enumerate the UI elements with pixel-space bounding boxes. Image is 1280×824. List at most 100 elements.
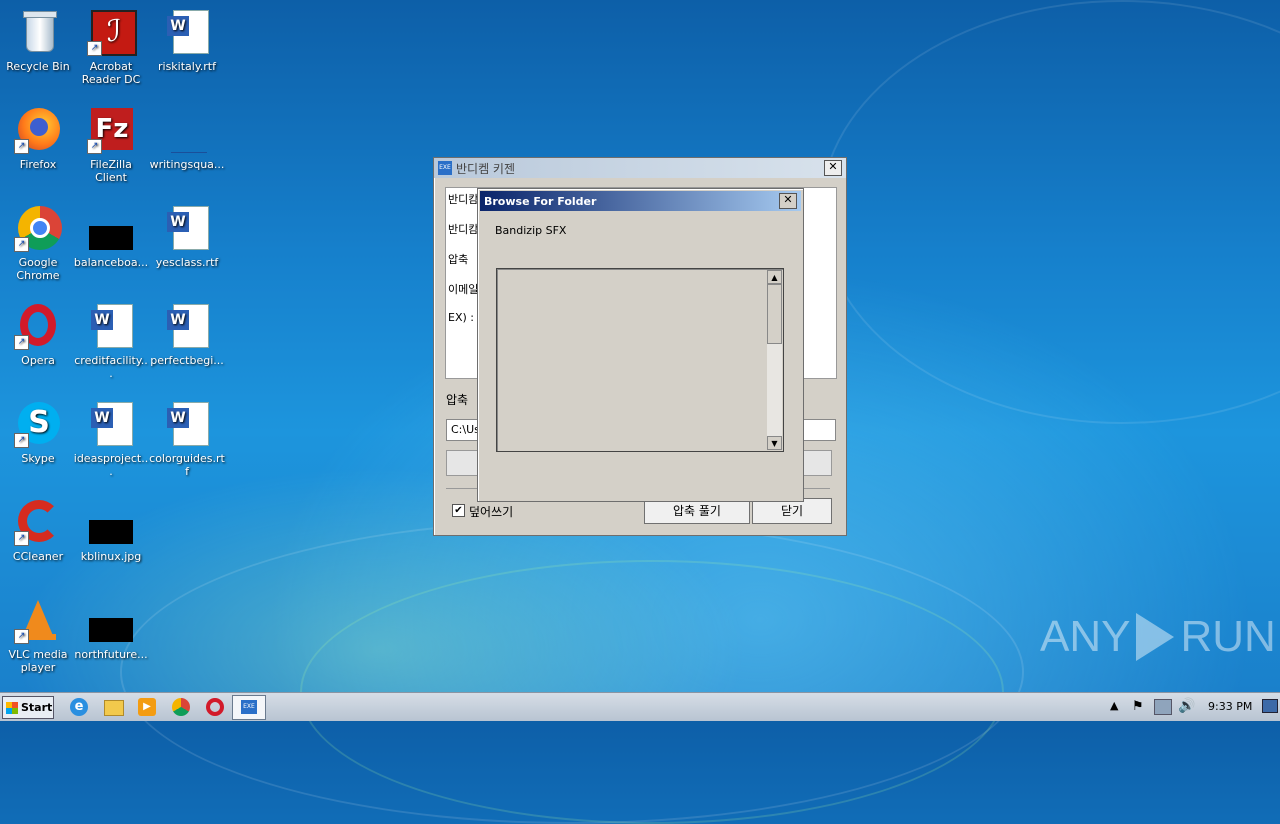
action-center-flag-icon[interactable]: ⚑ — [1132, 699, 1144, 714]
image-thumbnail-icon — [87, 204, 135, 252]
watermark-left: ANY — [1040, 612, 1131, 661]
keygen-taskbar-button[interactable]: EXE — [232, 695, 266, 720]
browse-folder-dialog: Browse For Folder ✕ Bandizip SFX ▲ ▼ — [477, 188, 804, 502]
vlc-cone-icon: ↗ — [14, 596, 62, 644]
exe-app-icon: EXE — [241, 700, 257, 714]
scroll-down-arrow-icon[interactable]: ▼ — [767, 436, 782, 450]
desktop-icon-ccleaner[interactable]: ↗ CCleaner — [0, 494, 76, 584]
word-document-icon: W — [163, 302, 211, 350]
scroll-thumb[interactable] — [767, 284, 782, 344]
desktop-icon-filezilla[interactable]: Fz ↗ FileZilla Client — [73, 102, 149, 192]
recycle-bin-icon — [14, 8, 62, 56]
desktop-icon-label: Recycle Bin — [6, 60, 70, 73]
shortcut-arrow-icon: ↗ — [87, 139, 102, 154]
ccleaner-icon: ↗ — [14, 498, 62, 546]
word-document-icon: W — [87, 400, 135, 448]
browse-titlebar[interactable]: Browse For Folder ✕ — [480, 191, 801, 211]
desktop-icon-label: Google Chrome — [16, 256, 60, 282]
chrome-taskbar-icon[interactable] — [172, 698, 190, 716]
desktop-icon-label: FileZilla Client — [90, 158, 132, 184]
browse-title: Browse For Folder — [484, 194, 597, 208]
image-thumbnail-icon — [87, 498, 135, 546]
media-player-icon[interactable]: ▶ — [138, 698, 156, 716]
taskbar: Start e ▶ EXE ▲ ⚑ 🔊 9:33 PM — [0, 692, 1280, 721]
path-label: 압축 — [446, 393, 469, 407]
desktop-icon-label: perfectbegi... — [150, 354, 224, 367]
desktop-icon-kblinux[interactable]: kblinux.jpg — [73, 494, 149, 584]
firefox-icon: ↗ — [14, 106, 62, 154]
browse-description: Bandizip SFX — [495, 224, 567, 237]
desktop-icon-perfectbegi[interactable]: W perfectbegi... — [149, 298, 225, 388]
exe-app-icon: EXE — [438, 161, 452, 175]
desktop-icon-label: riskitaly.rtf — [158, 60, 216, 73]
desktop-icon-chrome[interactable]: ↗ Google Chrome — [0, 200, 76, 290]
info-line: 반디캄 — [448, 193, 479, 206]
anyrun-watermark: ANY RUN — [1040, 612, 1276, 662]
info-line: EX) : — [448, 311, 474, 324]
tree-scrollbar[interactable]: ▲ ▼ — [767, 270, 782, 450]
keygen-titlebar[interactable]: EXE 반디켐 키젠 ✕ — [434, 158, 846, 178]
shortcut-arrow-icon: ↗ — [87, 41, 102, 56]
word-document-icon: W — [163, 204, 211, 252]
opera-taskbar-icon[interactable] — [206, 698, 224, 716]
keygen-title: 반디켐 키젠 — [456, 161, 516, 176]
desktop-icon-label: Opera — [21, 354, 55, 367]
tray-expand-icon[interactable]: ▲ — [1110, 699, 1118, 712]
opera-icon: ↗ — [14, 302, 62, 350]
desktop-icon-northfuture[interactable]: northfuture... — [73, 592, 149, 682]
desktop-icon-creditfacility[interactable]: W creditfacility... — [73, 298, 149, 388]
shortcut-arrow-icon: ↗ — [14, 531, 29, 546]
desktop-icon-recycle-bin[interactable]: Recycle Bin — [0, 4, 76, 94]
watermark-right: RUN — [1180, 612, 1276, 661]
windows-logo-icon — [6, 701, 18, 714]
desktop-icon-label: Skype — [21, 452, 55, 465]
filezilla-icon: Fz ↗ — [87, 106, 135, 154]
desktop-icon-acrobat[interactable]: ℐ ↗ Acrobat Reader DC — [73, 4, 149, 94]
desktop-icon-balanceboa[interactable]: balanceboa... — [73, 200, 149, 290]
shortcut-arrow-icon: ↗ — [14, 433, 29, 448]
desktop-icon-label: northfuture... — [74, 648, 148, 661]
shortcut-arrow-icon: ↗ — [14, 237, 29, 252]
shortcut-arrow-icon: ↗ — [14, 629, 29, 644]
desktop-icon-label: ideasproject... — [73, 452, 149, 478]
shortcut-arrow-icon: ↗ — [14, 139, 29, 154]
desktop-icon-firefox[interactable]: ↗ Firefox — [0, 102, 76, 192]
browse-close-button[interactable]: ✕ — [779, 193, 797, 209]
desktop-icon-label: creditfacility... — [74, 354, 148, 380]
desktop-icon-label: Acrobat Reader DC — [81, 60, 141, 86]
desktop-icon-label: writingsqua... — [149, 158, 225, 171]
word-document-icon: W — [163, 400, 211, 448]
overwrite-label: 덮어쓰기 — [469, 505, 514, 519]
overwrite-checkbox[interactable]: ✔ — [452, 504, 465, 517]
ie-icon[interactable]: e — [70, 698, 88, 716]
shortcut-arrow-icon: ↗ — [14, 335, 29, 350]
explorer-icon[interactable] — [104, 700, 124, 716]
word-document-icon: W — [87, 302, 135, 350]
desktop-icon-opera[interactable]: ↗ Opera — [0, 298, 76, 388]
keygen-close-button[interactable]: ✕ — [824, 160, 842, 176]
desktop-icon-riskitaly[interactable]: W riskitaly.rtf — [149, 4, 225, 94]
desktop-icon-label: VLC media player — [8, 648, 68, 674]
volume-icon[interactable]: 🔊 — [1178, 698, 1195, 714]
skype-icon: S ↗ — [14, 400, 62, 448]
desktop-icon-label: kblinux.jpg — [80, 550, 142, 563]
folder-tree[interactable]: ▲ ▼ — [496, 268, 784, 452]
desktop-icon-label: yesclass.rtf — [155, 256, 219, 269]
show-desktop-icon[interactable] — [1262, 699, 1278, 713]
network-icon[interactable] — [1154, 699, 1172, 715]
word-document-icon: W — [163, 8, 211, 56]
desktop-icon-yesclass[interactable]: W yesclass.rtf — [149, 200, 225, 290]
desktop-icon-colorguides[interactable]: W colorguides.rtf — [149, 396, 225, 486]
desktop-icon-label: CCleaner — [12, 550, 64, 563]
start-button[interactable]: Start — [2, 696, 54, 719]
scroll-up-arrow-icon[interactable]: ▲ — [767, 270, 782, 284]
file-icon — [163, 106, 211, 154]
desktop-icon-label: balanceboa... — [73, 256, 149, 269]
start-label: Start — [21, 701, 53, 714]
desktop-icon-writingsqua[interactable]: writingsqua... — [149, 102, 225, 192]
desktop-icon-skype[interactable]: S ↗ Skype — [0, 396, 76, 486]
clock[interactable]: 9:33 PM — [1208, 700, 1252, 713]
desktop-icon-ideasproject[interactable]: W ideasproject... — [73, 396, 149, 486]
info-line: 반디캄 — [448, 223, 479, 236]
desktop-icon-vlc[interactable]: ↗ VLC media player — [0, 592, 76, 682]
